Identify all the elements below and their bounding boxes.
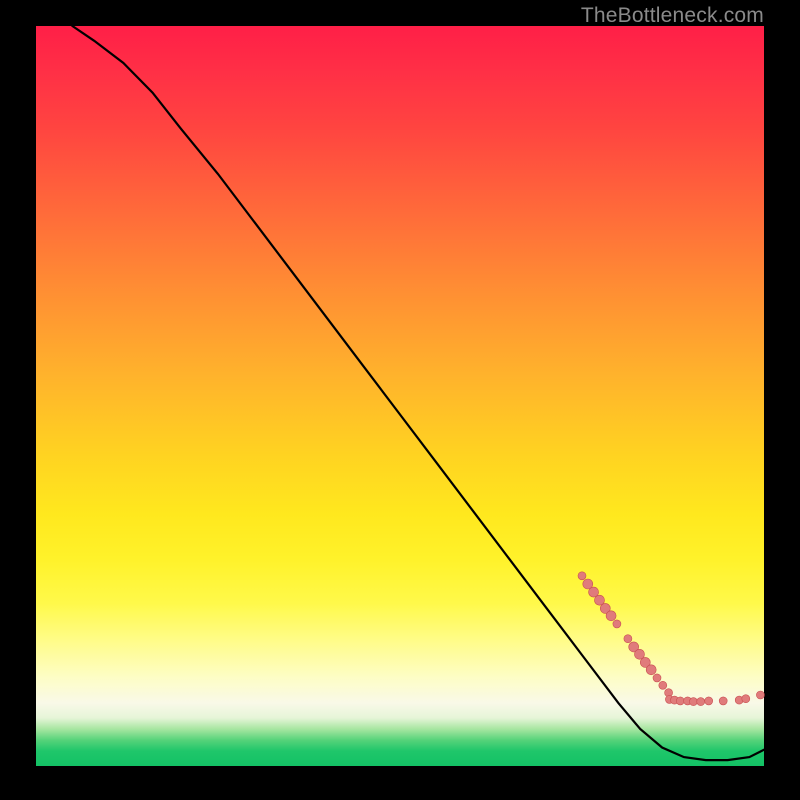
data-point [659, 681, 667, 689]
data-point [719, 697, 727, 705]
data-point [606, 611, 616, 621]
plot-area [36, 26, 764, 766]
data-point [676, 697, 684, 705]
watermark-label: TheBottleneck.com [581, 4, 764, 28]
data-point [578, 572, 586, 580]
bottleneck-curve [72, 26, 764, 760]
data-point [756, 691, 764, 699]
data-point [646, 665, 656, 675]
data-point [624, 635, 632, 643]
data-point [613, 620, 621, 628]
chart-svg [36, 26, 764, 766]
data-point [653, 674, 661, 682]
data-point [742, 695, 750, 703]
data-point [705, 697, 713, 705]
data-point [689, 698, 697, 706]
chart-frame: TheBottleneck.com [0, 0, 800, 800]
data-point [697, 698, 705, 706]
